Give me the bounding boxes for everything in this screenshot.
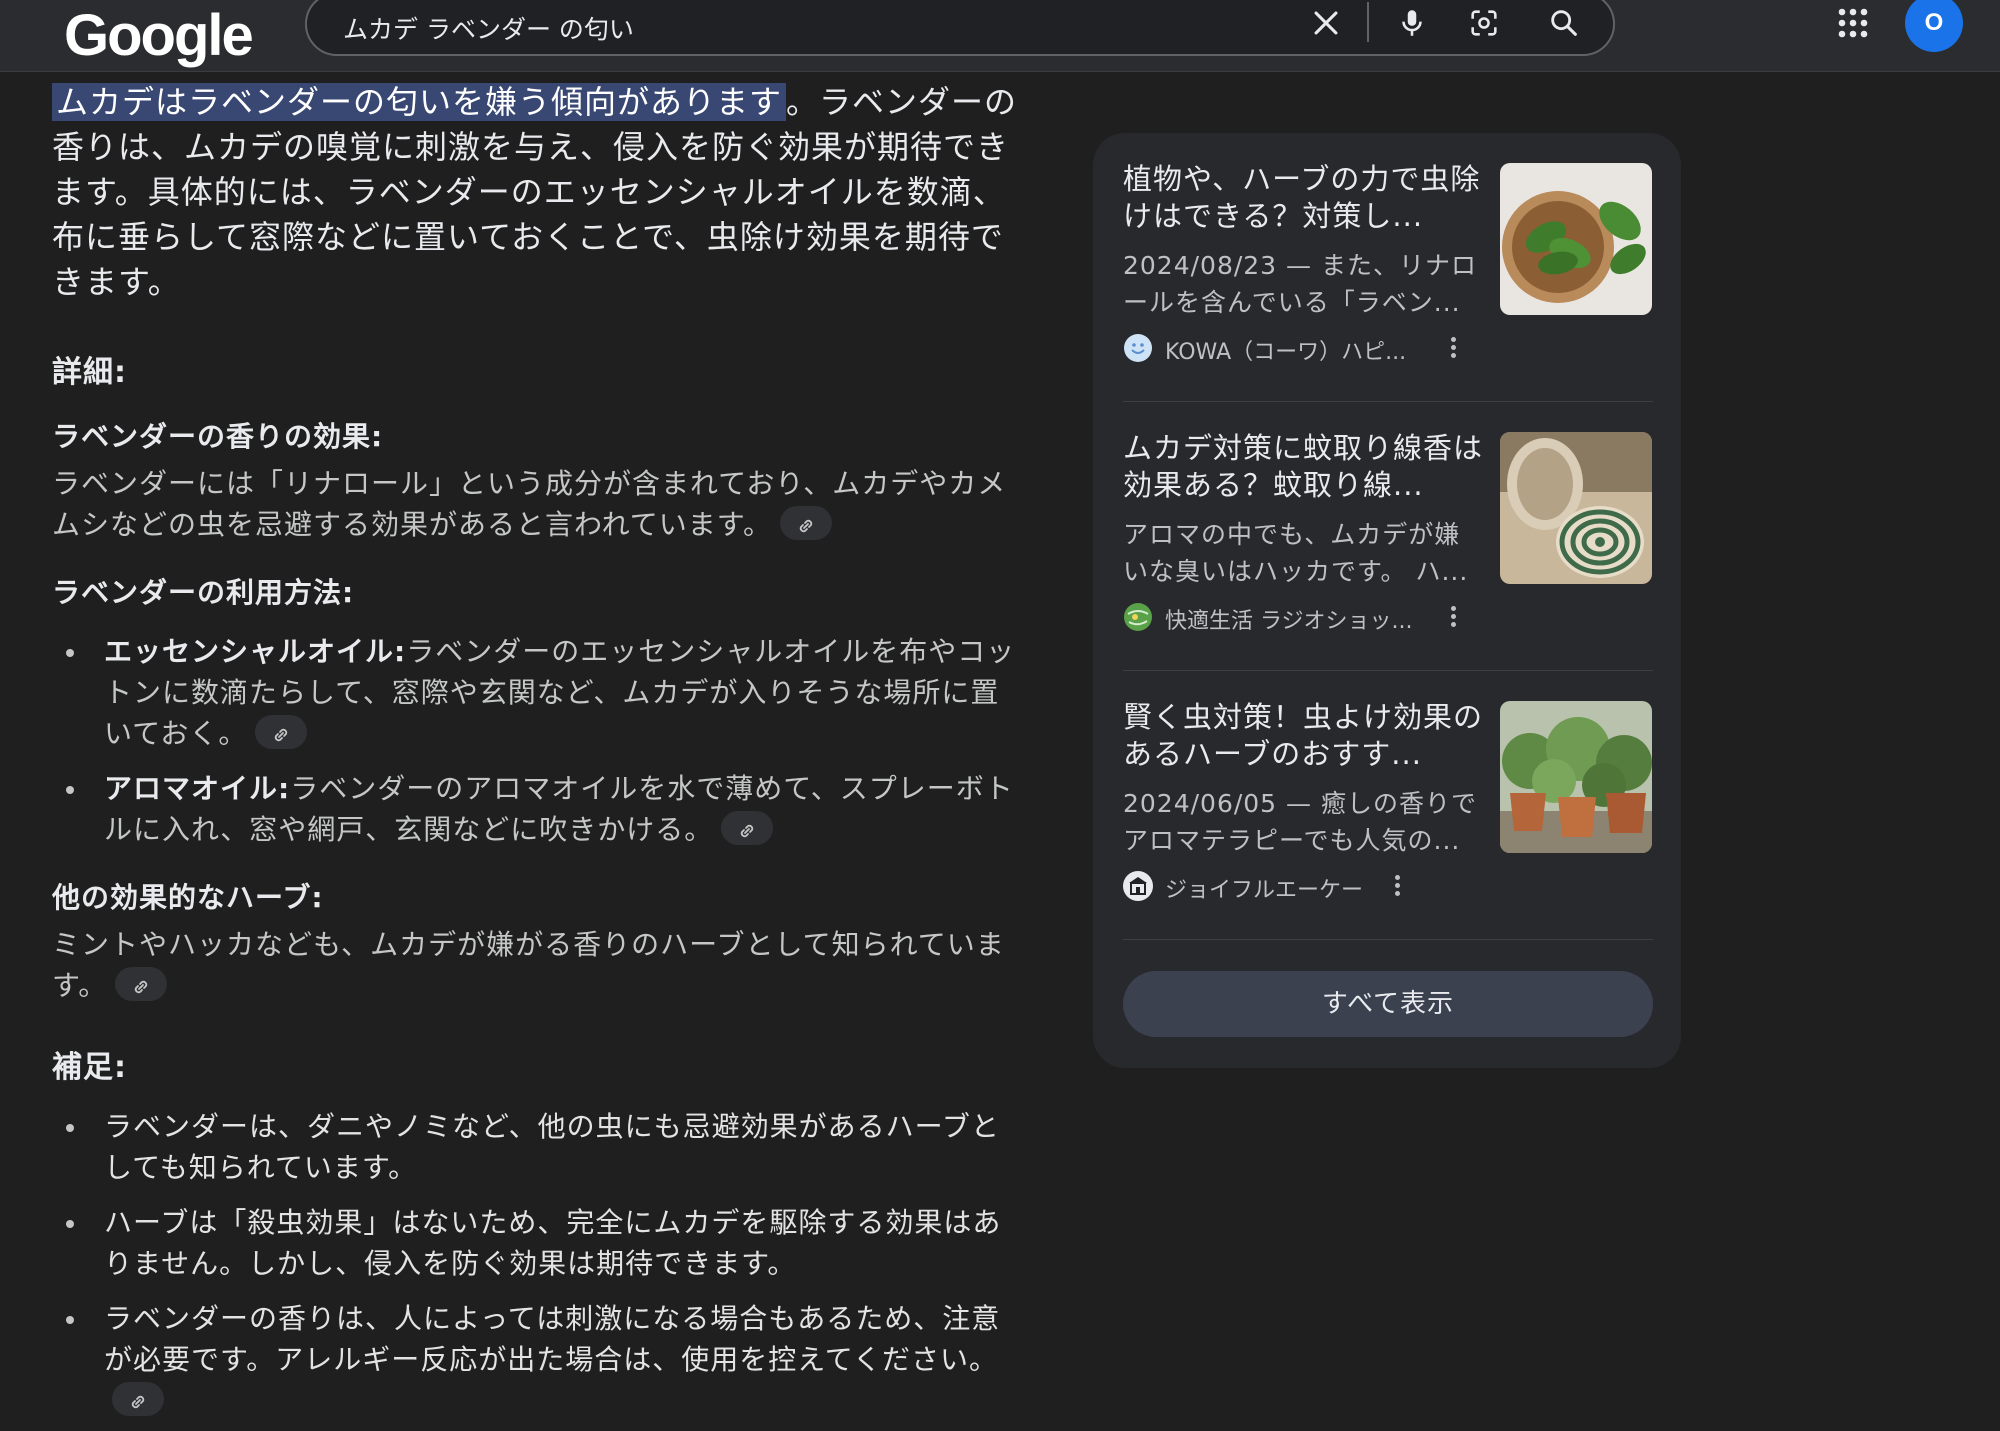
usage-term: アロマオイル: <box>104 772 291 805</box>
citation-link-icon[interactable] <box>255 715 308 749</box>
herbs-paragraph: ミントやハッカなども、ムカデが嫌がる香りのハーブとして知られています。 <box>52 924 1022 1006</box>
notes-list: ラベンダーは、ダニやノミなど、他の虫にも忌避効果があるハーブとしても知られていま… <box>52 1106 1022 1421</box>
details-heading: 詳細: <box>52 355 127 390</box>
store-icon <box>1123 871 1153 901</box>
answer-highlight: ムカデはラベンダーの匂いを嫌う傾向があります <box>52 83 787 121</box>
effect-text: ラベンダーには「リナロール」という成分が含まれており、ムカデやカメムシなどの虫を… <box>52 467 1007 541</box>
list-item: ラベンダーの香りは、人によっては刺激になる場合もあるため、注意が必要です。アレル… <box>52 1298 1022 1421</box>
citation-link-icon[interactable] <box>779 506 832 540</box>
globe-icon <box>1123 602 1153 632</box>
search-box[interactable]: ムカデ ラベンダー の匂い <box>305 0 1615 56</box>
source-title[interactable]: 賢く虫対策！虫よけ効果のあるハーブのおすす... <box>1123 699 1483 773</box>
source-site: 快適生活 ラジオショッ... <box>1123 602 1503 634</box>
source-name: 快適生活 ラジオショッ... <box>1165 609 1413 634</box>
source-thumbnail[interactable] <box>1500 432 1652 584</box>
list-item: エッセンシャルオイル:ラベンダーのエッセンシャルオイルを布やコットンに数滴たらし… <box>52 631 1022 754</box>
source-snippet: 2024/08/23 — また、リナロールを含んでいる「ラベン... <box>1123 251 1477 317</box>
source-title[interactable]: 植物や、ハーブの力で虫除けはできる？対策し... <box>1123 161 1483 235</box>
clear-icon[interactable] <box>1309 6 1343 40</box>
google-logo[interactable]: Google <box>64 2 254 69</box>
effect-paragraph: ラベンダーには「リナロール」という成分が含まれており、ムカデやカメムシなどの虫を… <box>52 463 1022 545</box>
source-site: ジョイフルエーケー <box>1123 871 1503 903</box>
source-card[interactable]: 賢く虫対策！虫よけ効果のあるハーブのおすす... 2024/06/05 — 癒し… <box>1123 671 1653 911</box>
search-divider <box>1367 2 1369 42</box>
top-bar: Google ムカデ ラベンダー の匂い O <box>0 0 2000 72</box>
source-card[interactable]: 植物や、ハーブの力で虫除けはできる？対策し... 2024/08/23 — また… <box>1123 133 1653 373</box>
note-text: ラベンダーの香りは、人によっては刺激になる場合もあるため、注意が必要です。アレル… <box>104 1302 1001 1376</box>
citation-link-icon[interactable] <box>115 967 168 1001</box>
smiley-icon <box>1123 333 1153 363</box>
list-item: ラベンダーは、ダニやノミなど、他の虫にも忌避効果があるハーブとしても知られていま… <box>52 1106 1022 1188</box>
answer-lead: ムカデはラベンダーの匂いを嫌う傾向があります 。ラベンダーの香りは、ムカデの嗅覚に… <box>52 80 1022 305</box>
card-divider <box>1123 939 1653 940</box>
more-options-icon[interactable] <box>1447 604 1459 632</box>
source-title[interactable]: ムカデ対策に蚊取り線香は効果ある？蚊取り線... <box>1123 430 1483 504</box>
search-input[interactable]: ムカデ ラベンダー の匂い <box>343 10 634 46</box>
usage-heading: ラベンダーの利用方法: <box>52 576 355 609</box>
herbs-heading: 他の効果的なハーブ: <box>52 881 324 914</box>
source-thumbnail[interactable] <box>1500 163 1652 315</box>
source-name: ジョイフルエーケー <box>1165 878 1364 903</box>
citation-link-icon[interactable] <box>112 1382 164 1416</box>
show-all-button[interactable]: すべて表示 <box>1123 971 1653 1037</box>
notes-heading: 補足: <box>52 1050 127 1085</box>
usage-term: エッセンシャルオイル: <box>104 635 407 668</box>
note-text: ハーブは「殺虫効果」はないため、完全にムカデを駆除する効果はありません。しかし、… <box>104 1206 1002 1280</box>
ai-overview-answer: ムカデはラベンダーの匂いを嫌う傾向があります 。ラベンダーの香りは、ムカデの嗅覚に… <box>52 80 1022 1421</box>
source-name: KOWA（コーワ）ハピ... <box>1165 340 1407 365</box>
account-avatar[interactable]: O <box>1905 0 1963 52</box>
list-item: ハーブは「殺虫効果」はないため、完全にムカデを駆除する効果はありません。しかし、… <box>52 1202 1022 1284</box>
usage-list: エッセンシャルオイル:ラベンダーのエッセンシャルオイルを布やコットンに数滴たらし… <box>52 631 1022 850</box>
source-snippet: アロマの中でも、ムカデが嫌いな臭いはハッカです。 ハ... <box>1123 520 1469 586</box>
source-snippet: 2024/06/05 — 癒しの香りでアロマテラピーでも人気の... <box>1123 789 1477 855</box>
citation-link-icon[interactable] <box>721 811 774 845</box>
more-options-icon[interactable] <box>1391 873 1403 901</box>
source-site: KOWA（コーワ）ハピ... <box>1123 333 1503 365</box>
source-thumbnail[interactable] <box>1500 701 1652 853</box>
search-icon[interactable] <box>1547 6 1581 40</box>
sources-panel: 植物や、ハーブの力で虫除けはできる？対策し... 2024/08/23 — また… <box>1093 133 1681 1068</box>
list-item: アロマオイル:ラベンダーのアロマオイルを水で薄めて、スプレーボトルに入れ、窓や網… <box>52 768 1022 850</box>
source-card[interactable]: ムカデ対策に蚊取り線香は効果ある？蚊取り線... アロマの中でも、ムカデが嫌いな… <box>1123 402 1653 642</box>
microphone-icon[interactable] <box>1395 6 1429 40</box>
effect-heading: ラベンダーの香りの効果: <box>52 420 384 453</box>
herbs-text: ミントやハッカなども、ムカデが嫌がる香りのハーブとして知られています。 <box>52 928 1005 1002</box>
apps-grid-icon[interactable] <box>1836 6 1870 40</box>
camera-lens-icon[interactable] <box>1467 6 1501 40</box>
note-text: ラベンダーは、ダニやノミなど、他の虫にも忌避効果があるハーブとしても知られていま… <box>104 1110 1000 1184</box>
more-options-icon[interactable] <box>1447 335 1459 363</box>
